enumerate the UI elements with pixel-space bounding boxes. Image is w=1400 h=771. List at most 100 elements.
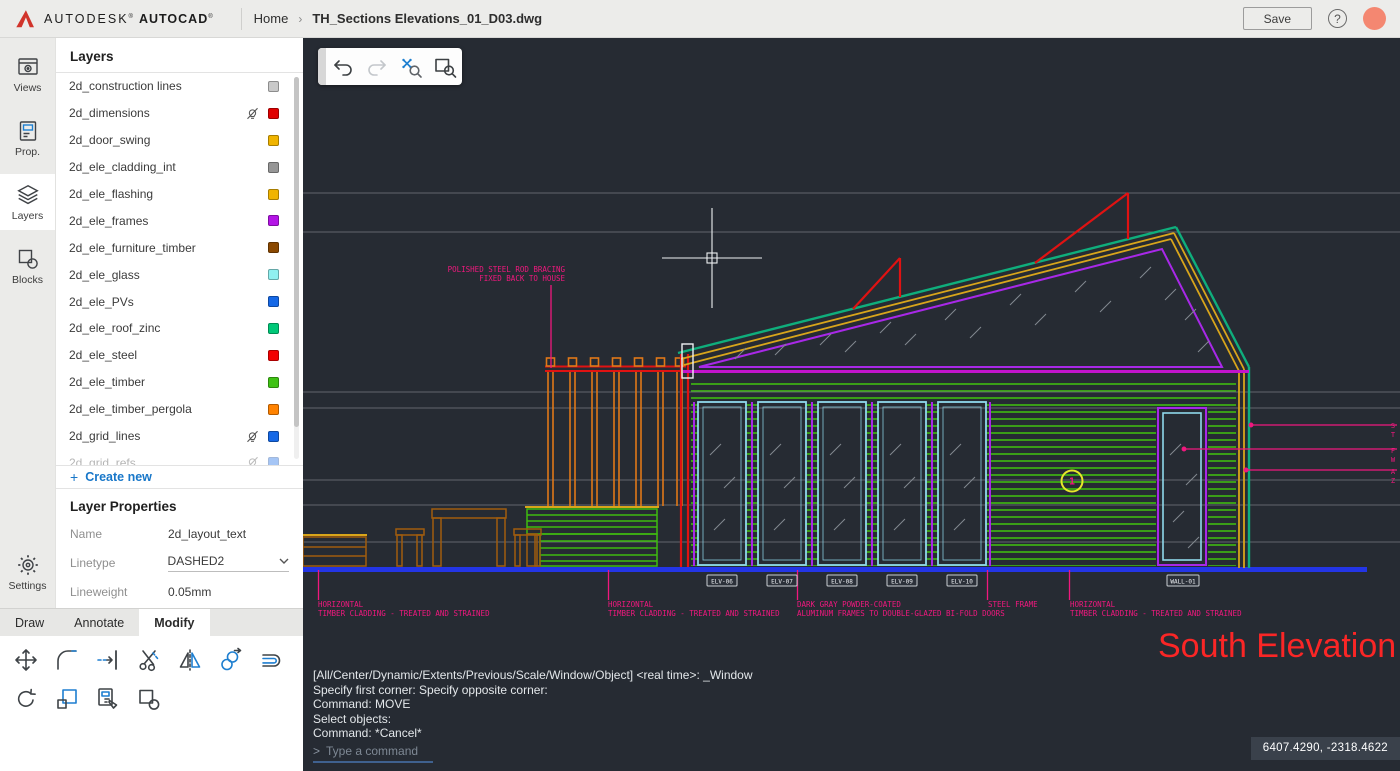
brand-text: AUTODESK® AUTOCAD® <box>44 11 215 26</box>
command-history-line: Select objects: <box>313 711 392 726</box>
command-input[interactable] <box>326 744 427 759</box>
zoom-window-icon <box>435 58 457 78</box>
breadcrumb-home-link[interactable]: Home <box>254 11 289 26</box>
layer-color-swatch[interactable] <box>268 215 279 227</box>
tab-annotate[interactable]: Annotate <box>59 609 139 636</box>
prompt-chevron-icon: > <box>313 743 321 758</box>
layer-row[interactable]: 2d_ele_roof_zinc <box>56 315 303 342</box>
drawing-viewport[interactable]: 1 POLISHED STEEL ROD BRACING FIXED BACK … <box>303 38 1400 771</box>
layer-row[interactable]: 2d_ele_timber <box>56 369 303 396</box>
sidebar-item-blocks[interactable]: Blocks <box>0 238 55 294</box>
layer-properties-title: Layer Properties <box>70 499 177 514</box>
layer-row[interactable]: 2d_ele_steel <box>56 342 303 369</box>
layer-off-icon[interactable] <box>246 430 259 443</box>
help-icon[interactable]: ? <box>1328 9 1347 28</box>
sidebar-item-properties[interactable]: Prop. <box>0 110 55 166</box>
layers-panel: Layers 2d_construction lines 2d_dimensio… <box>55 38 303 608</box>
bracing-note-line1: POLISHED STEEL ROD BRACING <box>448 265 566 274</box>
layer-color-swatch[interactable] <box>268 188 279 200</box>
command-history-line: Command: *Cancel* <box>313 726 422 741</box>
drawing-canvas[interactable]: 1 POLISHED STEEL ROD BRACING FIXED BACK … <box>303 38 1400 771</box>
zoom-to-selected-icon <box>402 58 422 78</box>
layer-row[interactable]: 2d_ele_cladding_int <box>56 154 303 181</box>
furniture-drawing <box>303 508 542 567</box>
redo-icon <box>368 59 386 76</box>
extend-tool-icon[interactable] <box>94 646 121 673</box>
top-bar: AUTODESK® AUTOCAD® Home › TH_Sections Ele… <box>0 0 1400 38</box>
tab-modify[interactable]: Modify <box>139 609 210 636</box>
layer-color-swatch[interactable] <box>268 134 279 146</box>
sidebar-item-settings[interactable]: Settings <box>0 544 55 600</box>
layer-color-swatch[interactable] <box>268 161 279 173</box>
layer-color-swatch[interactable] <box>268 430 279 442</box>
label-text: DARK GRAY POWDER-COATED <box>797 600 901 609</box>
breadcrumb-separator-icon: › <box>298 11 303 26</box>
views-icon <box>17 58 38 75</box>
layer-color-swatch[interactable] <box>268 403 279 415</box>
plus-icon: + <box>70 469 79 485</box>
layer-color-swatch[interactable] <box>268 242 279 254</box>
layer-off-icon[interactable] <box>246 456 259 465</box>
lineweight-label: Lineweight <box>70 585 128 599</box>
fillet-tool-icon[interactable] <box>53 646 80 673</box>
autodesk-logo-icon <box>16 9 34 27</box>
create-new-layer-button[interactable]: + Create new <box>56 465 303 489</box>
layer-color-swatch[interactable] <box>268 107 279 119</box>
layer-row[interactable]: 2d_grid_lines <box>56 423 303 450</box>
undo-button[interactable] <box>326 48 360 85</box>
pergola-drawing <box>525 357 686 567</box>
tab-draw[interactable]: Draw <box>0 609 59 636</box>
label-text: STEEL FRAME <box>988 600 1038 609</box>
layer-off-icon[interactable] <box>246 107 259 120</box>
layer-row[interactable]: 2d_grid_refs <box>56 449 303 465</box>
offset-tool-icon[interactable] <box>258 646 285 673</box>
redo-button[interactable] <box>360 48 394 85</box>
gear-icon <box>17 555 38 575</box>
linetype-select[interactable]: DASHED2 <box>167 554 289 572</box>
topbar-divider <box>240 7 242 30</box>
modify-tool-grid <box>0 636 303 712</box>
save-button[interactable]: Save <box>1242 7 1312 30</box>
sidebar-item-layers[interactable]: Layers <box>0 174 55 230</box>
mirror-tool-icon[interactable] <box>176 646 203 673</box>
layer-row[interactable]: 2d_ele_PVs <box>56 288 303 315</box>
move-tool-icon[interactable] <box>12 646 39 673</box>
zoom-to-selected-button[interactable] <box>394 48 428 85</box>
layer-row[interactable]: 2d_construction lines <box>56 73 303 100</box>
properties-icon <box>19 121 36 141</box>
side-rail: Views Prop. Layers Blocks Settings <box>0 38 55 608</box>
layer-color-swatch[interactable] <box>268 296 279 308</box>
layer-color-swatch[interactable] <box>268 349 279 361</box>
label-text: TIMBER CLADDING - TREATED AND STRAINED <box>608 609 780 618</box>
layer-list-scrollbar[interactable] <box>294 77 299 459</box>
layer-row[interactable]: 2d_ele_furniture_timber <box>56 234 303 261</box>
layer-color-swatch[interactable] <box>268 269 279 281</box>
layer-color-swatch[interactable] <box>268 80 279 92</box>
trim-tool-icon[interactable] <box>135 646 162 673</box>
edge-dim-letter: S <box>1391 422 1395 430</box>
layer-name-value: 2d_layout_text <box>168 527 247 541</box>
scale-tool-icon[interactable] <box>53 685 80 712</box>
rotate-tool-icon[interactable] <box>12 685 39 712</box>
layer-row[interactable]: 2d_door_swing <box>56 127 303 154</box>
sidebar-item-views[interactable]: Views <box>0 46 55 102</box>
layer-row[interactable]: 2d_ele_glass <box>56 261 303 288</box>
match-properties-tool-icon[interactable] <box>94 685 121 712</box>
explode-tool-icon[interactable] <box>135 685 162 712</box>
zoom-window-button[interactable] <box>428 48 462 85</box>
layer-color-swatch[interactable] <box>268 322 279 334</box>
command-history-line: [All/Center/Dynamic/Extents/Previous/Sca… <box>313 668 753 682</box>
avatar[interactable] <box>1363 7 1386 30</box>
layer-color-swatch[interactable] <box>268 376 279 388</box>
layer-row[interactable]: 2d_dimensions <box>56 100 303 127</box>
elevation-tags: ELV-06 ELV-07 ELV-08 ELV-09 ELV-10 WALL-… <box>706 574 1200 587</box>
copy-tool-icon[interactable] <box>217 646 244 673</box>
layer-row[interactable]: 2d_ele_timber_pergola <box>56 396 303 423</box>
layer-row[interactable]: 2d_ele_frames <box>56 207 303 234</box>
toolbar-drag-handle[interactable] <box>318 48 326 85</box>
label-text: HORIZONTAL <box>1070 600 1116 609</box>
layer-row[interactable]: 2d_ele_flashing <box>56 181 303 208</box>
command-input-row[interactable]: > <box>313 744 433 763</box>
layer-color-swatch[interactable] <box>268 457 279 465</box>
tag-label: ELV-07 <box>771 579 793 586</box>
